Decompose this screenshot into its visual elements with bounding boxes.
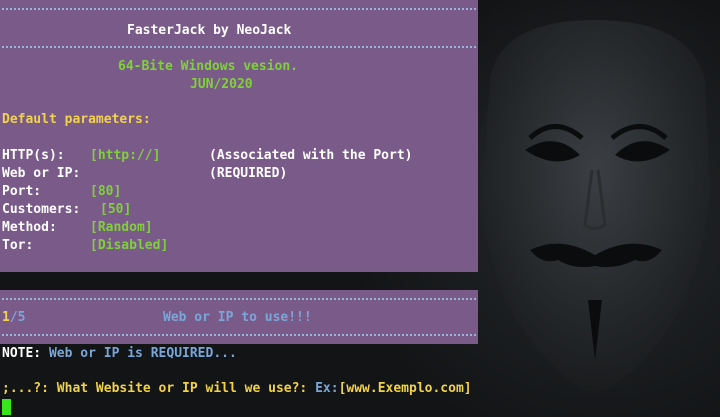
version-text: 64-Bite Windows vesion. [118, 59, 299, 74]
step-total: /5 [9, 310, 26, 325]
param-label-http: HTTP(s): [2, 148, 65, 163]
step-message: Web or IP to use!!! [163, 310, 312, 325]
prompt-example-value: [www.Exemplo.com] [338, 381, 472, 396]
dotted-divider [2, 8, 476, 10]
note-label: NOTE: [2, 346, 42, 361]
dotted-divider [2, 46, 476, 48]
guy-fawkes-mask-icon [482, 20, 710, 392]
param-note-http: (Associated with the Port) [209, 148, 413, 163]
prompt-prefix: ;...?: [2, 381, 49, 396]
param-value-customers: [50] [100, 202, 132, 217]
step-current: 1 [2, 310, 10, 325]
param-label-web: Web or IP: [2, 166, 81, 181]
defaults-heading: Default parameters: [2, 112, 151, 127]
param-value-method: [Random] [90, 220, 153, 235]
param-label-tor: Tor: [2, 238, 34, 253]
prompt-example-label: Ex: [315, 381, 339, 396]
param-value-tor: [Disabled] [90, 238, 169, 253]
prompt-question: What Website or IP will we use?: [56, 381, 308, 396]
param-note-web: (REQUIRED) [209, 166, 288, 181]
input-prompt: ;...?: What Website or IP will we use?: … [2, 380, 472, 398]
step-panel: 1/5 Web or IP to use!!! [0, 290, 478, 344]
param-value-port: [80] [90, 184, 122, 199]
dotted-divider [2, 298, 476, 300]
note-line: NOTE: Web or IP is REQUIRED... [2, 345, 237, 363]
param-label-method: Method: [2, 220, 57, 235]
note-text: Web or IP is REQUIRED... [48, 346, 237, 361]
app-title: FasterJack by NeoJack [127, 23, 292, 38]
step-counter: 1/5 [2, 309, 25, 327]
release-date: JUN/2020 [190, 77, 253, 92]
terminal-cursor[interactable] [2, 399, 11, 415]
param-label-customers: Customers: [2, 202, 81, 217]
param-label-port: Port: [2, 184, 42, 199]
dotted-divider [2, 334, 476, 336]
banner-panel: FasterJack by NeoJack 64-Bite Windows ve… [0, 0, 478, 272]
param-value-http: [http://] [90, 148, 161, 163]
